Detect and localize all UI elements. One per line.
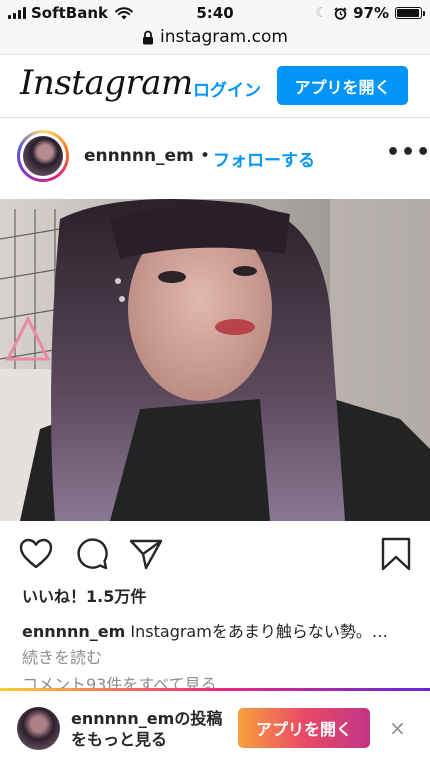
- banner-avatar: [17, 707, 60, 750]
- post-username[interactable]: ennnnn_em: [84, 146, 194, 166]
- banner-text: ennnnn_emの投稿をもっと見る: [71, 709, 223, 749]
- status-bar: SoftBank 5:40 ☾ 97%: [0, 0, 430, 26]
- battery-icon: [395, 7, 425, 19]
- moon-icon: ☾: [315, 5, 329, 21]
- alarm-icon: [334, 6, 347, 20]
- like-count[interactable]: いいね！1.5万件: [22, 583, 146, 607]
- app-banner: ennnnn_emの投稿をもっと見る アプリを開く ×: [0, 691, 430, 764]
- heart-icon[interactable]: [18, 536, 54, 572]
- follow-button[interactable]: フォローする: [213, 146, 315, 171]
- caption-text: Instagramをあまり触らない勢。…: [130, 622, 388, 641]
- post-image: [0, 199, 430, 521]
- comment-icon[interactable]: [74, 536, 110, 572]
- more-dots-icon[interactable]: •••: [386, 140, 430, 165]
- status-right: ☾ 97%: [315, 4, 425, 22]
- close-icon[interactable]: ×: [389, 716, 406, 740]
- post-photo[interactable]: [0, 199, 430, 521]
- login-link[interactable]: ログイン: [193, 76, 261, 101]
- caption-username[interactable]: ennnnn_em: [22, 622, 125, 641]
- action-row: [0, 530, 430, 578]
- url-text: instagram.com: [160, 27, 288, 47]
- avatar-image: [23, 136, 63, 176]
- bookmark-icon[interactable]: [378, 536, 414, 572]
- post-header: ennnnn_em • フォローする •••: [0, 118, 430, 198]
- instagram-logo[interactable]: Instagram: [20, 63, 193, 103]
- read-more-link[interactable]: 続きを読む: [22, 648, 102, 667]
- avatar[interactable]: [17, 130, 69, 182]
- app-header: Instagram ログイン アプリを開く: [0, 55, 430, 118]
- open-app-button[interactable]: アプリを開く: [277, 66, 408, 105]
- lock-icon: [143, 30, 154, 44]
- caption: ennnnn_em Instagramをあまり触らない勢。… 続きを読む: [22, 619, 402, 671]
- battery-percent: 97%: [353, 4, 389, 22]
- banner-open-app-button[interactable]: アプリを開く: [238, 708, 370, 748]
- address-bar[interactable]: instagram.com: [0, 26, 430, 55]
- share-icon[interactable]: [128, 536, 164, 572]
- separator-dot: •: [200, 146, 211, 166]
